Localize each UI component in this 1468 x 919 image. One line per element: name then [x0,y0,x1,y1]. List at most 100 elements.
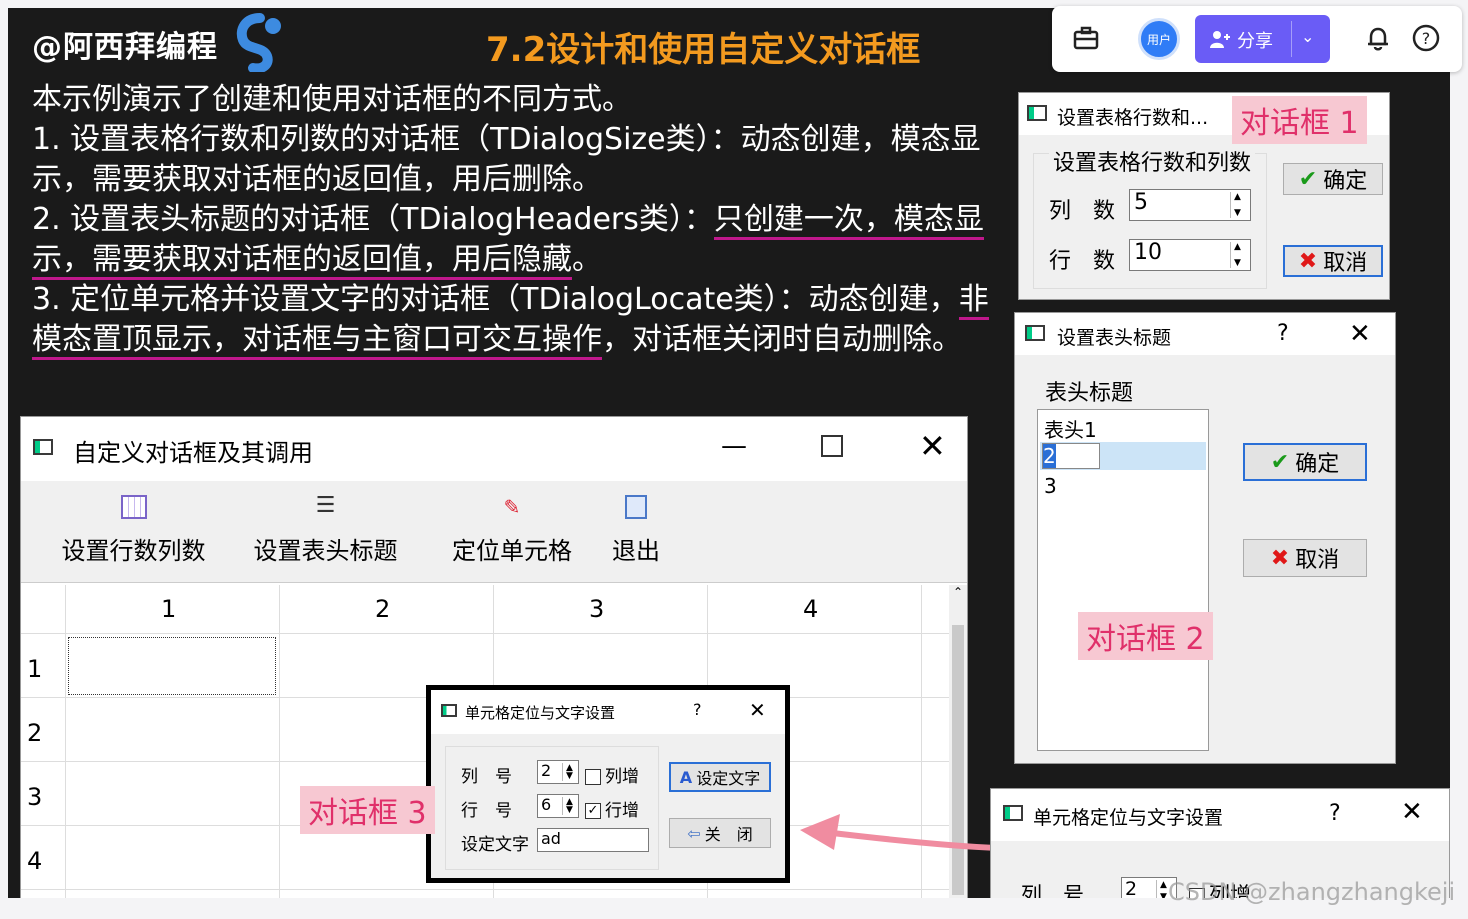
ok-button[interactable]: ✔ 确定 [1243,443,1367,481]
col-value: 2 [1125,878,1138,898]
app-icon [33,439,53,455]
dialog-2: 设置表头标题 ? ✕ 表头标题 表头1 2 3 ✔ 确定 ✖ 取消 [1014,312,1396,764]
ok-button[interactable]: ✔ 确定 [1283,163,1383,195]
column-header[interactable]: 2 [375,595,390,623]
col-inc-checkbox[interactable]: 列增 [585,762,639,787]
help-button[interactable]: ? [1329,801,1341,826]
text-label: 设定文字 [461,835,529,855]
dialog-3-titlebar: 单元格定位与文字设置 ? ✕ [431,690,785,734]
col-label: 列 数 [1049,199,1116,224]
row-header[interactable]: 1 [27,655,42,683]
avatar[interactable]: 用户 [1138,18,1180,60]
column-header[interactable]: 3 [589,595,604,623]
toolbar-button-locate-cell[interactable]: ✎ 定位单元格 [437,487,587,577]
brand-logo-icon [236,13,281,72]
row-header[interactable]: 2 [27,719,42,747]
bell-icon[interactable] [1364,24,1392,52]
dialog-2-icon [1025,325,1045,341]
col-spinbox[interactable]: 5 [1129,189,1251,221]
marker-icon: ✎ [503,495,521,519]
row-spinbox[interactable]: 6 [537,794,579,818]
toolbar-button-set-headers[interactable]: ☰ 设置表头标题 [243,487,408,577]
intro-text: 本示例演示了创建和使用对话框的不同方式。 [32,82,632,117]
column-header[interactable]: 4 [803,595,818,623]
close-button[interactable]: ✕ [749,698,766,722]
row-header[interactable]: 3 [27,783,42,811]
dialog-3: 单元格定位与文字设置 ? ✕ 列 号 2 列增 行 号 6 ✓行增 设定文字 a… [426,685,790,883]
selected-cell[interactable] [68,637,276,695]
dialog-2-group-title: 表头标题 [1045,381,1134,406]
check-icon: ✔ [1298,166,1318,192]
list-item[interactable]: 表头1 [1044,414,1097,443]
toolbar-label-set-headers: 设置表头标题 [253,537,398,565]
list-icon: ☰ [315,493,336,518]
close-dialog-button[interactable]: ⇦ 关 闭 [669,818,771,848]
list-item-selected[interactable]: 2 [1040,442,1206,470]
dialog-1-group-title: 设置表格行数和列数 [1049,145,1256,177]
close-button[interactable]: ✕ [919,427,946,465]
svg-text:?: ? [1422,29,1431,48]
toolbar: 设置行数列数 ☰ 设置表头标题 ✎ 定位单元格 退出 [21,481,967,583]
briefcase-icon[interactable] [1072,24,1100,52]
cross-icon: ✖ [1298,248,1318,274]
list-item[interactable]: 3 [1044,474,1057,498]
close-button[interactable]: ✕ [1401,797,1423,827]
dialog-2-title: 设置表头标题 [1057,327,1172,349]
cancel-button[interactable]: ✖ 取消 [1283,245,1383,277]
item-3-suffix: ，对话框关闭时自动删除。 [602,322,962,357]
dialog-1-tag: 对话框 1 [1232,96,1367,144]
set-text-button[interactable]: A 设定文字 [669,762,771,792]
item-1-text: 1. 设置表格行数和列数的对话框（TDialogSize类）：动态创建，模态显示… [32,122,981,197]
row-inc-checkbox[interactable]: ✓ 行增 [585,796,639,821]
help-button[interactable]: ? [1277,321,1289,346]
cancel-label: 取消 [1323,251,1368,276]
text-value: ad [541,829,561,848]
toolbar-button-set-size[interactable]: 设置行数列数 [51,487,216,577]
exit-icon [625,495,647,519]
slide-title: 7.2设计和使用自定义对话框 [486,30,921,70]
dialog-3-copy-title: 单元格定位与文字设置 [1033,807,1224,829]
minimize-button[interactable]: — [721,431,751,461]
dialog-3-copy-icon [1003,805,1023,821]
row-label: 行 数 [1049,249,1116,274]
main-window-title: 自定义对话框及其调用 [73,439,313,467]
row-value: 10 [1134,240,1162,265]
cross-icon: ✖ [1270,545,1290,571]
dialog-1-title: 设置表格行数和... [1057,107,1209,129]
font-a-icon: A [679,767,693,787]
check-icon: ✔ [1270,449,1290,475]
toolbar-label-locate-cell: 定位单元格 [452,537,572,565]
dialog-3-icon [441,704,457,717]
share-button[interactable]: 分享 ⌄ [1195,15,1330,63]
help-button[interactable]: ? [693,700,702,719]
cancel-button[interactable]: ✖ 取消 [1243,539,1367,577]
headers-list[interactable]: 表头1 2 3 [1037,409,1209,751]
item-2-prefix: 2. 设置表头标题的对话框（TDialogHeaders类）： [32,202,714,237]
share-user-icon [1210,31,1230,48]
chevron-down-icon[interactable]: ⌄ [1301,27,1314,46]
close-label: 关 闭 [704,825,753,844]
toolbar-label-exit: 退出 [612,537,660,565]
scroll-up-icon[interactable]: ⌃ [949,585,967,599]
col-spinbox[interactable]: 2 [537,760,579,784]
maximize-button[interactable] [821,435,843,457]
top-toolbar: 用户 分享 ⌄ ? [1052,6,1462,72]
brand-text: @阿西拜编程 [32,30,218,65]
help-icon[interactable]: ? [1412,24,1440,52]
list-item-editor[interactable]: 2 [1042,443,1100,469]
col-label: 列 号 [461,767,512,787]
row-header[interactable]: 4 [27,847,42,875]
toolbar-label-set-size: 设置行数列数 [61,537,206,565]
list-item-edit-value: 2 [1043,444,1056,468]
toolbar-button-exit[interactable]: 退出 [601,487,671,577]
item-3-text: 3. 定位单元格并设置文字的对话框（TDialogLocate类）：动态创建，非… [32,280,1007,360]
row-spinbox[interactable]: 10 [1129,239,1251,271]
close-button[interactable]: ✕ [1349,319,1371,349]
text-input[interactable]: ad [537,828,649,852]
dialog-3-copy-titlebar: 单元格定位与文字设置 ? ✕ [991,789,1449,841]
ok-label: 确定 [1295,452,1340,477]
watermark: CSDN @zhangzhangkeji [1168,878,1456,906]
column-header[interactable]: 1 [161,595,176,623]
slide: @阿西拜编程 7.2设计和使用自定义对话框 本示例演示了创建和使用对话框的不同方… [8,8,1450,898]
ok-label: 确定 [1323,169,1368,194]
